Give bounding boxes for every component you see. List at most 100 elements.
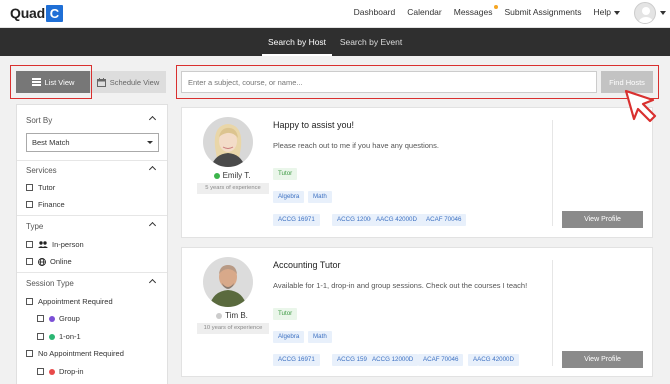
checkbox[interactable] xyxy=(26,184,33,191)
filter-no-appointment-required-label: No Appointment Required xyxy=(38,349,124,358)
filter-online-label: Online xyxy=(50,257,72,266)
filter-tutor[interactable]: Tutor xyxy=(26,183,55,192)
host-card: Emily T. 5 years of experience Happy to … xyxy=(181,107,653,238)
view-profile-button[interactable]: View Profile xyxy=(562,351,643,368)
account-chevron-down-icon[interactable] xyxy=(660,11,666,15)
checkbox[interactable] xyxy=(26,258,33,265)
course-tag: AACG 42000D xyxy=(371,214,422,226)
course-tag: ACCG 16971 xyxy=(273,214,320,226)
course-tag: AACG 42000D xyxy=(468,354,519,366)
view-profile-button[interactable]: View Profile xyxy=(562,211,643,228)
experience-badge: 10 years of experience xyxy=(197,323,269,334)
host-name: Tim B. xyxy=(182,311,282,320)
checkbox[interactable] xyxy=(26,350,33,357)
filter-group-label: Group xyxy=(59,314,80,323)
quad-logo[interactable]: Quad C xyxy=(10,4,63,22)
nav-help-label: Help xyxy=(593,7,611,17)
host-name-text: Tim B. xyxy=(225,311,248,320)
filter-appointment-required-label: Appointment Required xyxy=(38,297,113,306)
tab-search-by-host[interactable]: Search by Host xyxy=(262,28,332,56)
checkbox[interactable] xyxy=(26,241,33,248)
type-heading: Type xyxy=(26,222,44,231)
card-divider xyxy=(552,260,553,366)
course-tag: ACCG 16971 xyxy=(273,354,320,366)
nav-messages-label: Messages xyxy=(453,7,493,17)
host-card-title: Happy to assist you! xyxy=(273,120,355,130)
subject-tag: Math xyxy=(308,191,332,203)
filter-one-on-one-label: 1-on-1 xyxy=(59,332,81,341)
filter-online[interactable]: Online xyxy=(26,257,72,266)
schedule-view-label: Schedule View xyxy=(109,77,160,87)
tab-search-by-event[interactable]: Search by Event xyxy=(338,28,404,56)
checkbox[interactable] xyxy=(37,315,44,322)
calendar-icon xyxy=(96,77,106,87)
filter-no-appointment-required[interactable]: No Appointment Required xyxy=(26,349,124,358)
nav-submit-assignments[interactable]: Submit Assignments xyxy=(505,7,582,17)
service-tag: Tutor xyxy=(273,308,298,320)
course-tag: ACCG 12000D xyxy=(367,354,419,366)
host-name: Emily T. xyxy=(182,171,282,180)
filter-one-on-one[interactable]: 1-on-1 xyxy=(37,332,81,341)
course-tag: ACAF 70046 xyxy=(418,354,464,366)
course-tag: ACAF 70046 xyxy=(421,214,467,226)
nav-help[interactable]: Help xyxy=(594,7,620,17)
offline-status-icon xyxy=(216,312,223,319)
service-tag: Tutor xyxy=(273,168,298,180)
divider xyxy=(17,215,167,216)
filter-finance-label: Finance xyxy=(38,200,65,209)
checkbox[interactable] xyxy=(37,333,44,340)
chevron-up-icon[interactable] xyxy=(148,165,157,174)
one-on-one-color-dot xyxy=(49,333,55,340)
filter-finance[interactable]: Finance xyxy=(26,200,65,209)
session-type-heading: Session Type xyxy=(26,279,74,288)
logo-box: C xyxy=(45,4,63,22)
nav-messages[interactable]: Messages xyxy=(453,5,498,17)
host-card-description: Available for 1-1, drop-in and group ses… xyxy=(273,281,528,290)
filter-in-person[interactable]: In-person xyxy=(26,240,84,249)
pointer-cursor-icon xyxy=(624,89,657,123)
top-navbar: Quad C Dashboard Calendar Messages Submi… xyxy=(0,0,670,28)
nav-links: Dashboard Calendar Messages Submit Assig… xyxy=(342,5,620,17)
list-view-highlight-box xyxy=(10,65,92,99)
filter-in-person-label: In-person xyxy=(52,240,84,249)
sort-by-select[interactable]: Best Match xyxy=(26,133,159,152)
group-color-dot xyxy=(49,315,55,322)
globe-icon xyxy=(38,257,46,266)
host-card-description: Please reach out to me if you have any q… xyxy=(273,141,439,150)
subject-tag: Algebra xyxy=(273,331,305,343)
schedule-view-button[interactable]: Schedule View xyxy=(90,71,166,93)
chevron-up-icon[interactable] xyxy=(148,221,157,230)
chevron-down-icon xyxy=(614,10,620,15)
host-name-text: Emily T. xyxy=(222,171,251,180)
filter-tutor-label: Tutor xyxy=(38,183,56,192)
search-highlight-box xyxy=(176,65,659,99)
filter-group[interactable]: Group xyxy=(37,314,80,323)
user-avatar[interactable] xyxy=(634,2,656,24)
search-mode-tabs: Search by Host Search by Event xyxy=(0,28,670,56)
subject-tag: Math xyxy=(308,331,332,343)
checkbox[interactable] xyxy=(37,368,44,375)
checkbox[interactable] xyxy=(26,298,33,305)
nav-calendar[interactable]: Calendar xyxy=(407,7,442,17)
nav-dashboard[interactable]: Dashboard xyxy=(354,7,396,17)
notification-dot xyxy=(493,5,498,9)
filter-appointment-required[interactable]: Appointment Required xyxy=(26,297,113,306)
checkbox[interactable] xyxy=(26,201,33,208)
filter-drop-in[interactable]: Drop-in xyxy=(37,367,84,376)
dropdown-arrow-icon xyxy=(147,141,153,144)
chevron-up-icon[interactable] xyxy=(148,115,157,124)
card-divider xyxy=(552,120,553,226)
experience-badge: 5 years of experience xyxy=(197,183,269,194)
divider xyxy=(17,272,167,273)
services-heading: Services xyxy=(26,166,57,175)
filter-drop-in-label: Drop-in xyxy=(59,367,84,376)
filter-sidebar: Sort By Best Match Services Tutor Financ… xyxy=(16,104,168,384)
subject-tag: Algebra xyxy=(273,191,305,203)
host-card: Tim B. 10 years of experience Accounting… xyxy=(181,247,653,377)
online-status-icon xyxy=(213,172,220,179)
sort-by-value: Best Match xyxy=(32,138,70,147)
host-card-title: Accounting Tutor xyxy=(273,260,341,270)
host-photo xyxy=(203,257,253,307)
chevron-up-icon[interactable] xyxy=(148,278,157,287)
drop-in-color-dot xyxy=(49,368,55,375)
